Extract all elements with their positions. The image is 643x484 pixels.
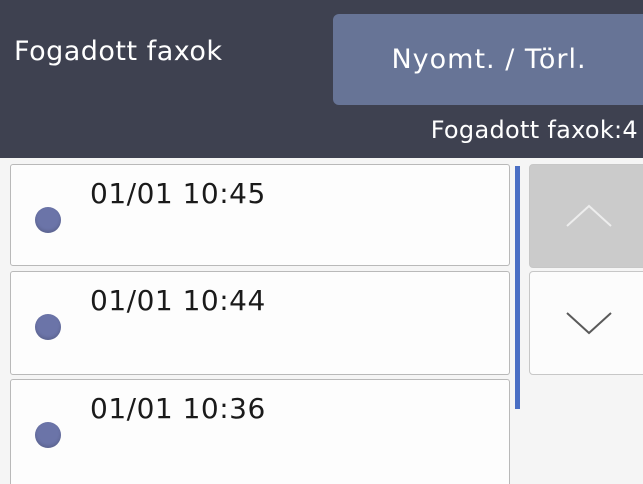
status-dot-icon <box>35 314 61 340</box>
status-dot-icon <box>35 207 61 233</box>
fax-timestamp: 01/01 10:45 <box>90 177 266 210</box>
scroll-up-button[interactable] <box>529 164 643 268</box>
list-item[interactable]: 01/01 10:44 <box>10 271 510 375</box>
received-fax-count: Fogadott faxok:4 <box>430 116 638 144</box>
scroll-down-button[interactable] <box>529 271 643 375</box>
fax-list: 01/01 10:45 01/01 10:44 01/01 10:36 <box>0 158 643 484</box>
chevron-up-icon <box>566 204 612 227</box>
print-delete-button[interactable]: Nyomt. / Törl. <box>333 14 643 105</box>
fax-timestamp: 01/01 10:44 <box>90 284 266 317</box>
status-dot-icon <box>35 422 61 448</box>
fax-timestamp: 01/01 10:36 <box>90 392 266 425</box>
list-item[interactable]: 01/01 10:36 <box>10 379 510 484</box>
header-bar: Fogadott faxok Nyomt. / Törl. Fogadott f… <box>0 0 643 158</box>
chevron-down-icon <box>566 312 612 335</box>
fax-screen: Fogadott faxok Nyomt. / Törl. Fogadott f… <box>0 0 643 484</box>
scroll-indicator <box>515 166 520 409</box>
list-item[interactable]: 01/01 10:45 <box>10 164 510 266</box>
screen-title: Fogadott faxok <box>14 36 223 67</box>
